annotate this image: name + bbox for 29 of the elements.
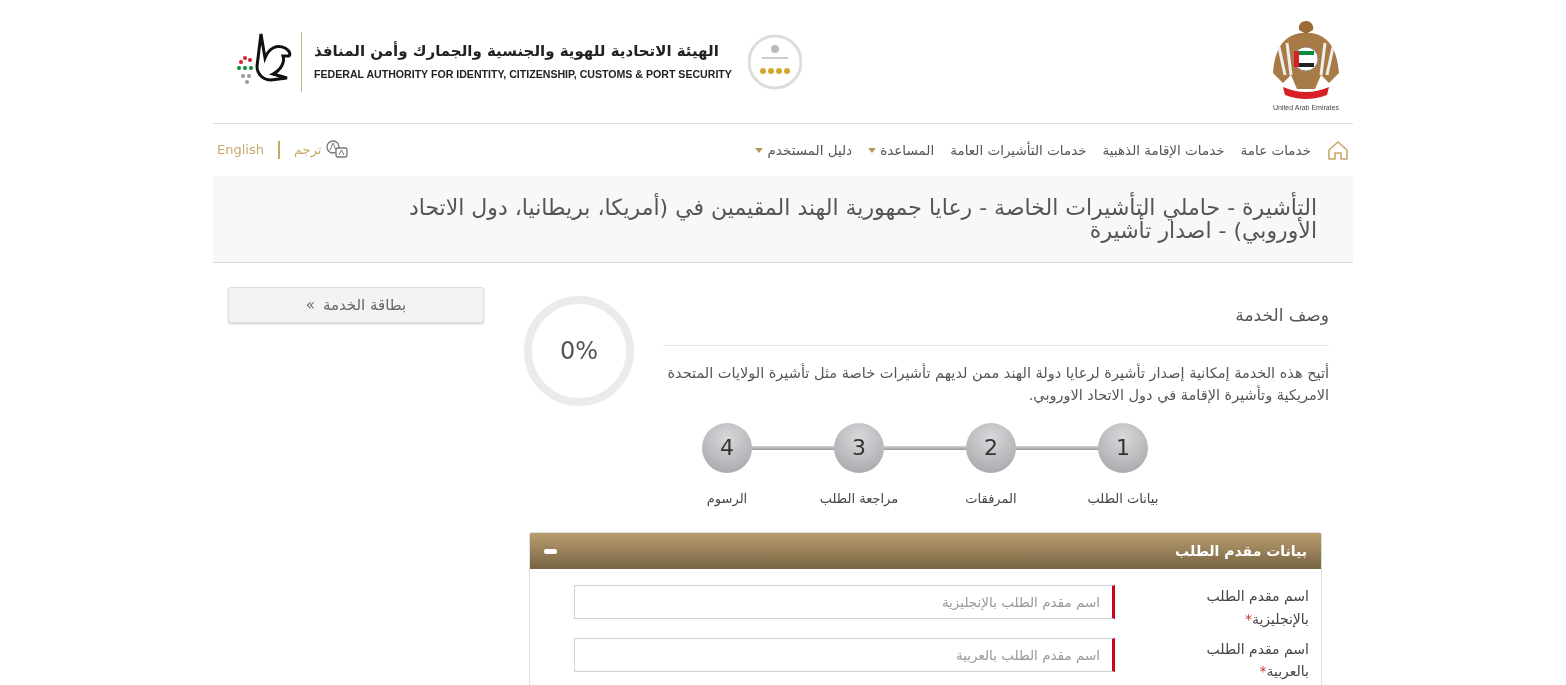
- step-label: المرفقات: [964, 489, 1018, 508]
- field-label: اسم مقدم الطلب بالعربية*: [1205, 639, 1309, 682]
- seal-stars-icon: [747, 32, 802, 91]
- step-number[interactable]: 1: [1098, 422, 1148, 473]
- nav-link[interactable]: خدمات الإقامة الذهبية: [1102, 139, 1225, 161]
- input-field[interactable]: اسم مقدم الطلب بالعربية: [574, 637, 1115, 672]
- authority-name: الهيئة الاتحادية للهوية والجنسية والجمارك وأمن المنافذ: [314, 40, 719, 63]
- step-label: مراجعة الطلب: [818, 489, 900, 508]
- nav-link[interactable]: المساعدة: [868, 139, 935, 161]
- field-label: اسم مقدم الطلب بالإنجليزية*: [1205, 587, 1309, 630]
- collapse-icon[interactable]: [544, 548, 557, 554]
- step-number[interactable]: 3: [834, 422, 884, 473]
- step-label: بيانات الطلب: [1086, 489, 1160, 508]
- step-number[interactable]: 4: [702, 422, 752, 473]
- authority-name: FEDERAL AUTHORITY FOR IDENTITY, CITIZENSHIP, CUSTOMS & PORT SECURITY: [314, 66, 732, 82]
- service-card-button[interactable]: بطاقة الخدمة »: [228, 287, 484, 324]
- panel-title: بيانات مقدم الطلب: [1175, 541, 1307, 561]
- input-field[interactable]: اسم مقدم الطلب بالإنجليزية: [574, 585, 1115, 620]
- panel-header[interactable]: بيانات مقدم الطلب: [530, 533, 1321, 570]
- service-description: أتيح هذه الخدمة إمكانية إصدار تأشيرة لرعايا دولة الهند ممن لديهم تأشيرات خاصة مثل تأشيرة الولايات المتحدة الامريكية وتأشيرة الإقامة في دول الاتحاد الاوروبي.: [666, 362, 1329, 406]
- step-label: الرسوم: [705, 489, 749, 509]
- nav-link[interactable]: خدمات عامة: [1240, 139, 1311, 161]
- step-number[interactable]: 2: [966, 422, 1016, 473]
- nav-link[interactable]: خدمات التأشيرات العامة: [950, 139, 1087, 161]
- translate-icon: [325, 140, 350, 160]
- section-heading: وصف الخدمة: [1234, 304, 1329, 328]
- progress-reading: 0%: [559, 336, 599, 368]
- home-icon[interactable]: [1327, 140, 1349, 160]
- nav-link[interactable]: دليل المستخدم: [755, 139, 853, 161]
